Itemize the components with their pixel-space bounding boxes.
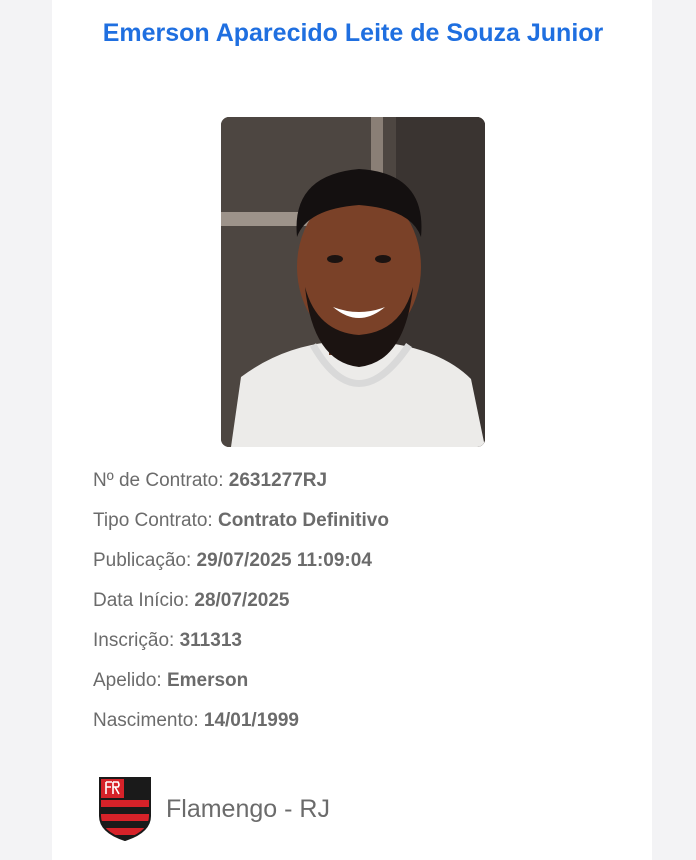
detail-label: Nascimento: <box>93 710 199 731</box>
player-name: Emerson Aparecido Leite de Souza Junior <box>102 19 604 47</box>
player-photo <box>221 117 485 447</box>
detail-label: Nº de Contrato: <box>93 470 224 491</box>
detail-value: 29/07/2025 11:09:04 <box>196 550 372 571</box>
detail-value: 28/07/2025 <box>194 590 290 611</box>
detail-label: Inscrição: <box>93 630 175 651</box>
flamengo-crest-icon <box>99 777 151 842</box>
detail-contract-number: Nº de Contrato: 2631277RJ <box>93 466 389 506</box>
detail-nickname: Apelido: Emerson <box>93 666 389 706</box>
detail-value: 2631277RJ <box>228 470 328 491</box>
detail-value: 14/01/1999 <box>203 710 299 731</box>
detail-value: 311313 <box>179 630 242 651</box>
detail-birth: Nascimento: 14/01/1999 <box>93 706 389 746</box>
detail-value: Emerson <box>166 670 249 691</box>
detail-label: Data Início: <box>93 590 190 611</box>
club-row: Flamengo - RJ <box>98 776 330 842</box>
detail-label: Apelido: <box>93 670 162 691</box>
detail-publication: Publicação: 29/07/2025 11:09:04 <box>93 546 389 586</box>
detail-value: Contrato Definitivo <box>217 510 389 531</box>
contract-details: Nº de Contrato: 2631277RJ Tipo Contrato:… <box>93 466 389 746</box>
detail-label: Publicação: <box>93 550 192 571</box>
detail-label: Tipo Contrato: <box>93 510 213 531</box>
detail-registration: Inscrição: 311313 <box>93 626 389 666</box>
detail-contract-type: Tipo Contrato: Contrato Definitivo <box>93 506 389 546</box>
club-name: Flamengo - RJ <box>166 794 330 823</box>
detail-start-date: Data Início: 28/07/2025 <box>93 586 389 626</box>
